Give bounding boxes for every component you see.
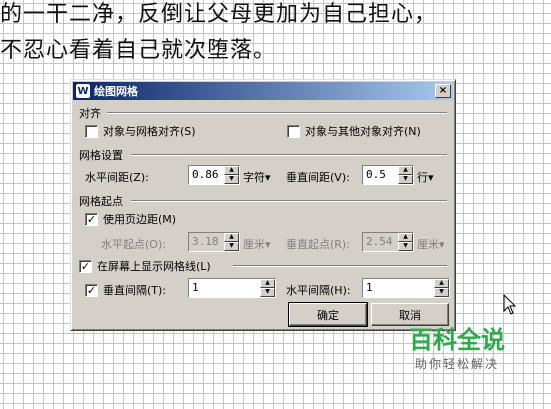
- watermark-subtitle: 助你轻松解决: [414, 357, 499, 371]
- snap-to-objects-label: 对象与其他对象对齐(N): [305, 125, 421, 138]
- vertical-origin-label: 垂直起点(R):: [286, 238, 350, 251]
- mouse-cursor-icon: [503, 294, 517, 315]
- snap-to-grid-checkbox[interactable]: 对象与网格对齐(S): [85, 123, 196, 139]
- vertical-every-checkbox[interactable]: ✓ 垂直间隔(T):: [85, 282, 166, 298]
- vertical-spacing-label: 垂直间距(V):: [286, 171, 350, 184]
- checkmark-icon[interactable]: ✓: [85, 212, 98, 226]
- horizontal-spacing-label: 水平间距(Z):: [85, 171, 149, 184]
- ok-button[interactable]: 确定: [288, 302, 368, 327]
- arrow-up-icon[interactable]: ▲: [434, 279, 449, 288]
- horizontal-every-label: 水平间隔(H):: [286, 284, 351, 297]
- checkmark-icon[interactable]: ✓: [85, 283, 98, 297]
- arrow-down-icon[interactable]: ▼: [260, 288, 275, 297]
- arrow-down-icon[interactable]: ▼: [398, 175, 413, 184]
- arrow-up-icon[interactable]: ▲: [398, 166, 413, 175]
- document-text-line-1: 的一干二净，反倒让父母更加为自己担心，: [0, 2, 438, 27]
- display-gridlines-checkbox[interactable]: ✓ 在屏幕上显示网格线(L): [79, 258, 211, 274]
- horizontal-origin-spinner: 3.18 ▲ ▼: [188, 232, 240, 252]
- dialog-title: 绘图网格: [94, 85, 138, 98]
- snap-to-objects-checkbox[interactable]: 对象与其他对象对齐(N): [287, 123, 421, 139]
- horizontal-origin-value: 3.18: [192, 235, 219, 248]
- spinner-arrows[interactable]: ▲ ▼: [398, 166, 413, 184]
- horizontal-every-value[interactable]: 1: [363, 279, 434, 297]
- grid-origin-separator: [131, 200, 447, 202]
- use-margins-checkbox[interactable]: ✓ 使用页边距(M): [85, 211, 176, 227]
- arrow-down-icon: ▼: [398, 242, 413, 251]
- vertical-origin-spinner: 2.54 ▲ ▼: [362, 232, 414, 252]
- grid-settings-section-label: 网格设置: [79, 149, 123, 162]
- snap-to-grid-label: 对象与网格对齐(S): [103, 125, 196, 138]
- horizontal-spacing-spinner[interactable]: 0.86 ▲ ▼: [188, 165, 240, 185]
- drawing-grid-dialog: W 绘图网格 × 对齐 对象与网格对齐(S) 对象与其他对象对齐(N) 网格设置…: [70, 79, 456, 331]
- horizontal-spacing-unit[interactable]: 字符▾: [243, 169, 271, 185]
- vertical-every-value[interactable]: 1: [189, 279, 260, 297]
- arrow-up-icon: ▲: [398, 233, 413, 242]
- app-w-icon: W: [76, 84, 90, 98]
- arrow-down-icon: ▼: [224, 242, 239, 251]
- checkmark-icon[interactable]: ✓: [79, 259, 92, 273]
- display-gridlines-label: 在屏幕上显示网格线(L): [97, 260, 211, 273]
- vertical-every-label: 垂直间隔(T):: [103, 284, 167, 297]
- arrow-up-icon[interactable]: ▲: [224, 166, 239, 175]
- spinner-arrows[interactable]: ▲ ▼: [224, 166, 239, 184]
- horizontal-origin-label: 水平起点(O):: [101, 238, 166, 251]
- arrow-up-icon: ▲: [224, 233, 239, 242]
- watermark-title: 百科全说: [409, 326, 505, 354]
- align-section-label: 对齐: [79, 107, 101, 120]
- spinner-arrows[interactable]: ▲ ▼: [260, 279, 275, 297]
- horizontal-spacing-value[interactable]: 0.86: [189, 166, 224, 184]
- checkbox-box[interactable]: [85, 124, 98, 138]
- vertical-every-spinner[interactable]: 1 ▲ ▼: [188, 278, 276, 298]
- document-text-line-2: 不忍心看着自己就次堕落。: [0, 38, 277, 63]
- arrow-down-icon[interactable]: ▼: [224, 175, 239, 184]
- dialog-titlebar[interactable]: W 绘图网格 ×: [73, 82, 453, 100]
- vertical-spacing-spinner[interactable]: 0.5 ▲ ▼: [362, 165, 414, 185]
- close-button[interactable]: ×: [435, 84, 451, 98]
- use-margins-label: 使用页边距(M): [103, 213, 177, 226]
- spinner-arrows[interactable]: ▲ ▼: [434, 279, 449, 297]
- align-separator: [107, 112, 447, 114]
- gridlines-separator: [233, 265, 447, 267]
- checkbox-box[interactable]: [287, 124, 300, 138]
- vertical-spacing-value[interactable]: 0.5: [363, 166, 398, 184]
- horizontal-every-spinner[interactable]: 1 ▲ ▼: [362, 278, 450, 298]
- grid-origin-section-label: 网格起点: [79, 195, 123, 208]
- vertical-origin-unit: 厘米▾: [417, 238, 445, 251]
- arrow-down-icon[interactable]: ▼: [434, 288, 449, 297]
- arrow-up-icon[interactable]: ▲: [260, 279, 275, 288]
- spinner-arrows: ▲ ▼: [224, 233, 239, 251]
- cancel-button[interactable]: 取消: [371, 303, 449, 326]
- spinner-arrows: ▲ ▼: [398, 233, 413, 251]
- vertical-spacing-unit[interactable]: 行▾: [417, 169, 434, 185]
- vertical-origin-value: 2.54: [366, 235, 393, 248]
- horizontal-origin-unit: 厘米▾: [243, 238, 271, 251]
- watermark: 百科全说 助你轻松解决: [392, 325, 522, 385]
- grid-settings-separator: [131, 154, 447, 156]
